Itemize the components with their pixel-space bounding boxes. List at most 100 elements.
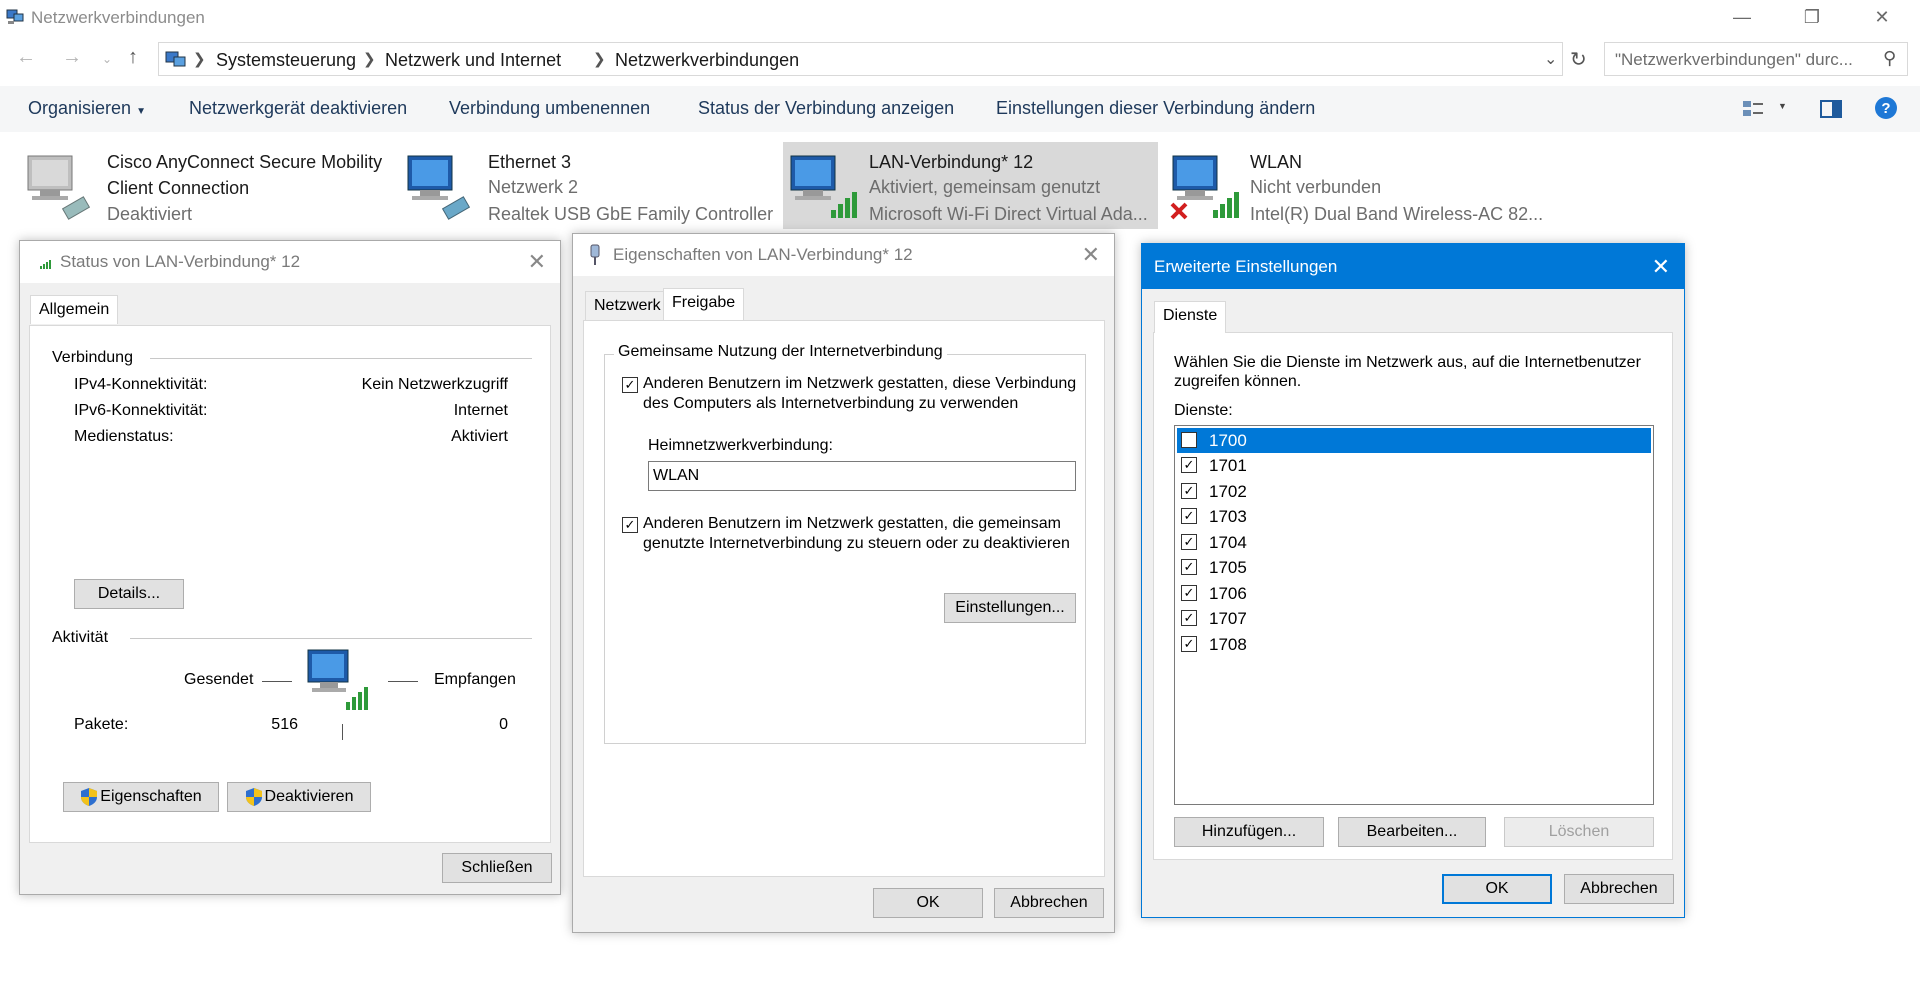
breadcrumb-netzwerk-und-internet[interactable]: Netzwerk und Internet [385,50,561,71]
search-input[interactable]: "Netzwerkverbindungen" durc... ⚲ [1604,42,1908,76]
list-item[interactable]: ✓ 1700 [1177,428,1651,453]
properties-dialog-title: Eigenschaften von LAN-Verbindung* 12 [613,245,913,264]
instruction-line1: Wählen Sie die Dienste im Netzwerk aus, … [1174,354,1641,371]
home-network-select[interactable]: WLAN [648,461,1076,491]
settings-button[interactable]: Einstellungen... [944,593,1076,623]
adapter-wlan[interactable]: WLAN Nicht verbunden Intel(R) Dual Band … [1165,142,1565,229]
list-item[interactable]: ✓ 1707 [1177,606,1651,631]
adapter-name: Cisco AnyConnect Secure Mobility [107,152,383,172]
network-connections-icon [6,9,24,24]
edit-button[interactable]: Bearbeiten... [1338,817,1486,847]
dropdown-triangle-icon: ▼ [136,106,146,117]
packets-received-value: 0 [499,716,508,733]
breadcrumb-separator-icon: ❯ [593,51,606,68]
view-options-icon[interactable] [1742,99,1764,119]
service-checkbox[interactable]: ✓ [1181,457,1197,473]
address-bar[interactable]: ❯ Systemsteuerung ❯ Netzwerk und Interne… [158,42,1563,76]
list-item[interactable]: ✓ 1706 [1177,581,1651,606]
properties-button[interactable]: Eigenschaften [63,782,219,812]
allow-control-label-line1: Anderen Benutzern im Netzwerk gestatten,… [643,515,1061,532]
back-arrow-icon[interactable]: ← [16,46,36,69]
close-button[interactable]: Schließen [442,853,552,883]
status-dialog: Status von LAN-Verbindung* 12 ✕ Allgemei… [19,240,561,895]
add-button[interactable]: Hinzufügen... [1174,817,1324,847]
allow-share-checkbox[interactable]: ✓ [622,377,638,393]
tab-freigabe[interactable]: Freigabe [663,288,745,320]
service-checkbox[interactable]: ✓ [1181,585,1197,601]
refresh-icon[interactable]: ↻ [1570,47,1587,72]
svg-text:?: ? [1881,100,1890,117]
list-item[interactable]: ✓ 1705 [1177,555,1651,580]
network-adapter-disabled-icon [27,155,91,220]
service-checkbox[interactable]: ✓ [1181,559,1197,575]
service-checkbox[interactable]: ✓ [1181,432,1197,448]
adapter-ethernet-3[interactable]: Ethernet 3 Netzwerk 2 Realtek USB GbE Fa… [400,142,780,229]
minimize-button[interactable]: — [1720,4,1764,30]
adapter-cisco-anyconnect[interactable]: Cisco AnyConnect Secure Mobility Client … [20,142,390,229]
close-icon[interactable]: ✕ [1082,242,1100,268]
services-label: Dienste: [1174,402,1233,419]
service-checkbox[interactable]: ✓ [1181,636,1197,652]
service-checkbox[interactable]: ✓ [1181,483,1197,499]
breadcrumb-netzwerkverbindungen[interactable]: Netzwerkverbindungen [615,50,799,71]
forward-arrow-icon[interactable]: → [62,46,82,69]
service-checkbox[interactable]: ✓ [1181,508,1197,524]
tab-netzwerk[interactable]: Netzwerk [585,291,670,321]
service-checkbox[interactable]: ✓ [1181,534,1197,550]
adapter-device: Intel(R) Dual Band Wireless-AC 82... [1250,204,1544,224]
adapter-status: Nicht verbunden [1250,177,1382,197]
close-icon[interactable]: ✕ [528,249,546,275]
address-dropdown-icon[interactable]: ⌄ [1544,49,1557,69]
tab-dienste[interactable]: Dienste [1154,301,1227,333]
recent-chevron-icon[interactable]: ⌄ [102,52,112,66]
change-settings-button[interactable]: Einstellungen dieser Verbindung ändern [996,98,1315,119]
ipv6-label: IPv6-Konnektivität: [74,402,208,419]
deactivate-button[interactable]: Deaktivieren [227,782,371,812]
ok-button[interactable]: OK [1442,874,1552,904]
adapter-lan-verbindung-12[interactable]: LAN-Verbindung* 12 Aktiviert, gemeinsam … [783,142,1158,229]
list-item[interactable]: ✓ 1708 [1177,632,1651,657]
properties-label: Eigenschaften [100,788,202,805]
help-icon[interactable]: ? [1874,96,1898,120]
organize-menu[interactable]: Organisieren ▼ [28,98,146,119]
service-label: 1706 [1209,584,1247,603]
up-arrow-icon[interactable]: ↑ [128,46,138,69]
status-dialog-titlebar: Status von LAN-Verbindung* 12 ✕ [20,241,560,283]
close-window-button[interactable]: ✕ [1860,4,1904,30]
view-status-button[interactable]: Status der Verbindung anzeigen [698,98,954,119]
allow-control-checkbox[interactable]: ✓ [622,517,638,533]
cancel-button[interactable]: Abbrechen [994,888,1104,918]
rename-connection-button[interactable]: Verbindung umbenennen [449,98,650,119]
close-icon[interactable]: ✕ [1652,254,1670,280]
details-button[interactable]: Details... [74,579,184,609]
services-panel: Wählen Sie die Dienste im Netzwerk aus, … [1153,332,1673,860]
cancel-button[interactable]: Abbrechen [1564,874,1674,904]
view-dropdown-icon[interactable]: ▼ [1778,101,1787,111]
breadcrumb-systemsteuerung[interactable]: Systemsteuerung [216,50,356,71]
delete-button[interactable]: Löschen [1504,817,1654,847]
tab-allgemein[interactable]: Allgemein [30,295,119,324]
adapter-device: Microsoft Wi-Fi Direct Virtual Ada... [869,204,1148,224]
services-list[interactable]: ✓ 1700 ✓ 1701 ✓ 1702 ✓ 1703 ✓ 1704 ✓ 1705 ✓ 170… [1174,425,1654,805]
restore-button[interactable]: ❐ [1790,4,1834,30]
status-dialog-title: Status von LAN-Verbindung* 12 [60,252,301,271]
service-checkbox[interactable]: ✓ [1181,610,1197,626]
activity-computer-icon [307,649,368,710]
adapter-status: Deaktiviert [107,204,193,224]
uac-shield-icon [81,787,98,806]
list-item[interactable]: ✓ 1703 [1177,504,1651,529]
media-status-value: Aktiviert [451,428,508,445]
connection-header: Verbindung [52,349,133,366]
service-label: 1700 [1209,431,1247,450]
preview-pane-icon[interactable] [1820,100,1842,118]
service-label: 1708 [1209,635,1247,654]
service-label: 1702 [1209,482,1247,501]
list-item[interactable]: ✓ 1704 [1177,530,1651,555]
breadcrumb-separator-icon: ❯ [363,51,376,68]
ok-button[interactable]: OK [873,888,983,918]
list-item[interactable]: ✓ 1702 [1177,479,1651,504]
disable-device-button[interactable]: Netzwerkgerät deaktivieren [189,98,407,119]
list-item[interactable]: ✓ 1701 [1177,453,1651,478]
advanced-dialog-title: Erweiterte Einstellungen [1154,257,1338,276]
wifi-adapter-icon [790,155,857,218]
